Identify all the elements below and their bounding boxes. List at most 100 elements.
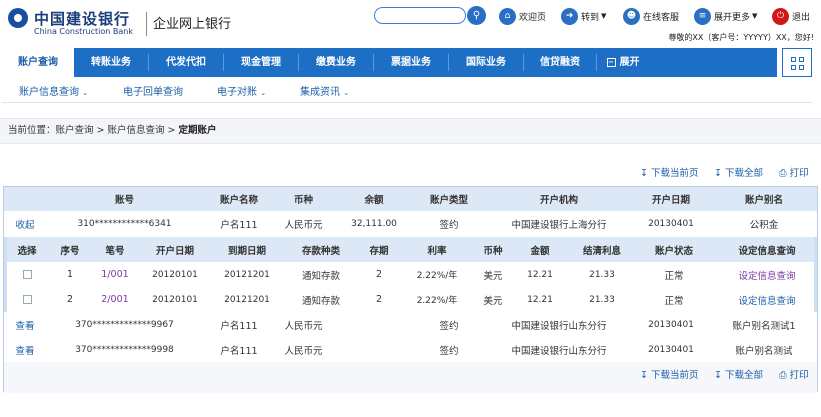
chevron-down-icon: ⌄	[343, 89, 350, 97]
detail-col-open-date: 开户日期	[155, 245, 194, 257]
subnav-account-info-query[interactable]: 账户信息查询 ⌄	[19, 83, 88, 98]
nav-divider	[596, 54, 597, 71]
account-type: 签约	[439, 320, 459, 332]
sub-nav: 账户信息查询 ⌄ 电子回单查询 电子对账 ⌄ 集成资讯 ⌄	[2, 77, 812, 103]
detail-header: 选择 序号 笔号 开户日期 到期日期 存款种类 存期 利率 币种 金额 结清利息…	[7, 237, 814, 262]
expand-icon: −	[606, 58, 616, 67]
detail-status: 正常	[664, 270, 684, 282]
tab-payment[interactable]: 缴费业务	[299, 48, 373, 77]
detail-no-link[interactable]: 1/001	[95, 262, 135, 287]
detail-col-status: 账户状态	[654, 245, 693, 257]
goto-menu[interactable]: ➜ 转到 ▼	[561, 7, 606, 25]
detail-col-seq: 序号	[60, 245, 80, 257]
tab-account-query[interactable]: 账户查询	[2, 48, 74, 77]
account-number: 310************6341	[77, 219, 172, 229]
detail-col-term: 存期	[369, 245, 389, 257]
detail-col-amount: 金额	[530, 245, 550, 257]
subnav-integrated-info[interactable]: 集成资讯 ⌄	[300, 83, 349, 98]
download-icon: ↧	[640, 370, 648, 381]
account-type: 签约	[439, 345, 459, 357]
logout-link[interactable]: ⏻ 退出	[772, 7, 810, 25]
grid-menu-button[interactable]	[782, 48, 812, 77]
detail-due-date: 20121201	[224, 269, 270, 280]
setting-query-link[interactable]: 设定信息查询	[722, 262, 812, 287]
subnav-e-reconciliation[interactable]: 电子对账 ⌄	[217, 83, 266, 98]
download-all-link[interactable]: ↧ 下载全部	[714, 165, 763, 179]
breadcrumb-current: 定期账户	[178, 125, 217, 136]
subnav-receipt-query[interactable]: 电子回单查询	[123, 83, 183, 98]
breadcrumb: 当前位置：账户查询 > 账户信息查询 > 定期账户	[0, 118, 821, 144]
detail-col-currency: 币种	[483, 245, 503, 257]
logout-label: 退出	[792, 12, 811, 23]
account-currency: 人民币元	[284, 345, 323, 357]
select-checkbox[interactable]	[22, 295, 32, 304]
detail-open-date: 20120101	[152, 294, 198, 305]
detail-row: 1 1/001 20120101 20121201 通知存款 2 2.22%/年…	[7, 262, 814, 287]
detail-no-link[interactable]: 2/001	[95, 287, 135, 312]
account-branch: 中国建设银行上海分行	[511, 220, 607, 231]
power-icon: ⏻	[772, 7, 789, 25]
detail-due-date: 20121201	[224, 294, 270, 305]
download-all-link[interactable]: ↧ 下载全部	[714, 367, 763, 381]
detail-amount: 12.21	[527, 269, 553, 280]
tab-cash-management[interactable]: 现金管理	[224, 48, 298, 77]
tab-international[interactable]: 国际业务	[449, 48, 523, 77]
account-alias: 账户别名测试	[735, 345, 793, 357]
arrow-icon: ➜	[561, 7, 578, 25]
account-type: 签约	[439, 220, 459, 231]
bank-name: 中国建设银行	[34, 10, 131, 28]
list-icon: ≡	[694, 7, 711, 25]
header-divider	[146, 12, 147, 36]
online-service-link[interactable]: ☻ 在线客服	[623, 7, 679, 25]
download-page-link[interactable]: ↧ 下载当前页	[640, 165, 699, 179]
table-header: 账号 账户名称 币种 余额 账户类型 开户机构 开户日期 账户别名	[4, 187, 817, 211]
print-link[interactable]: ⎙ 打印	[779, 367, 809, 381]
home-icon: ⌂	[499, 7, 516, 25]
app-header: 中国建设银行 China Construction Bank 企业网上银行 ⚲ …	[0, 0, 821, 48]
detail-kind: 通知存款	[301, 270, 340, 282]
collapse-link[interactable]: 收起	[4, 211, 46, 237]
col-header-branch: 开户机构	[539, 195, 578, 206]
tab-payroll[interactable]: 代发代扣	[149, 48, 223, 77]
detail-kind: 通知存款	[301, 295, 340, 307]
account-number: 370*************9998	[75, 344, 174, 355]
download-icon: ↧	[714, 370, 722, 381]
tab-bills[interactable]: 票据业务	[374, 48, 448, 77]
tab-transfer[interactable]: 转账业务	[74, 48, 148, 77]
detail-col-kind: 存款种类	[301, 245, 340, 257]
deposit-detail-panel: 选择 序号 笔号 开户日期 到期日期 存款种类 存期 利率 币种 金额 结清利息…	[4, 237, 817, 312]
chevron-down-icon: ⌄	[260, 89, 267, 97]
nav-expand-button[interactable]: − 展开	[598, 48, 648, 77]
view-link[interactable]: 查看	[4, 312, 46, 337]
expand-more-label: 展开更多	[714, 12, 751, 23]
search-input[interactable]	[374, 7, 466, 24]
detail-interest: 21.33	[589, 269, 615, 280]
col-header-alias: 账户别名	[744, 195, 783, 206]
account-name: 户名111	[220, 345, 258, 357]
account-alias: 公积金	[749, 220, 779, 231]
download-page-link[interactable]: ↧ 下载当前页	[640, 367, 699, 381]
search-icon[interactable]: ⚲	[467, 6, 486, 25]
view-link[interactable]: 查看	[4, 337, 46, 362]
download-icon: ↧	[640, 168, 648, 179]
tab-credit[interactable]: 信贷融资	[524, 48, 596, 77]
print-link[interactable]: ⎙ 打印	[779, 165, 809, 179]
welcome-page-label: 欢迎页	[519, 12, 547, 23]
expand-more-menu[interactable]: ≡ 展开更多 ▼	[694, 7, 757, 25]
system-name: 企业网上银行	[153, 17, 232, 32]
account-open-date: 20130401	[648, 219, 694, 229]
detail-open-date: 20120101	[152, 269, 198, 280]
select-checkbox[interactable]	[22, 270, 32, 279]
detail-currency: 美元	[483, 295, 503, 307]
detail-seq: 1	[66, 269, 74, 280]
detail-rate: 2.22%/年	[416, 296, 458, 306]
account-table: 账号 账户名称 币种 余额 账户类型 开户机构 开户日期 账户别名 收起 310…	[3, 186, 818, 393]
welcome-page-link[interactable]: ⌂ 欢迎页	[499, 7, 546, 25]
detail-amount: 12.21	[527, 294, 553, 305]
chevron-down-icon: ▼	[601, 12, 607, 20]
detail-term: 2	[375, 294, 383, 305]
account-branch: 中国建设银行山东分行	[511, 320, 607, 332]
chevron-down-icon: ▼	[752, 12, 758, 20]
setting-query-link[interactable]: 设定信息查询	[722, 287, 812, 312]
nav-expand-label: 展开	[619, 57, 640, 68]
